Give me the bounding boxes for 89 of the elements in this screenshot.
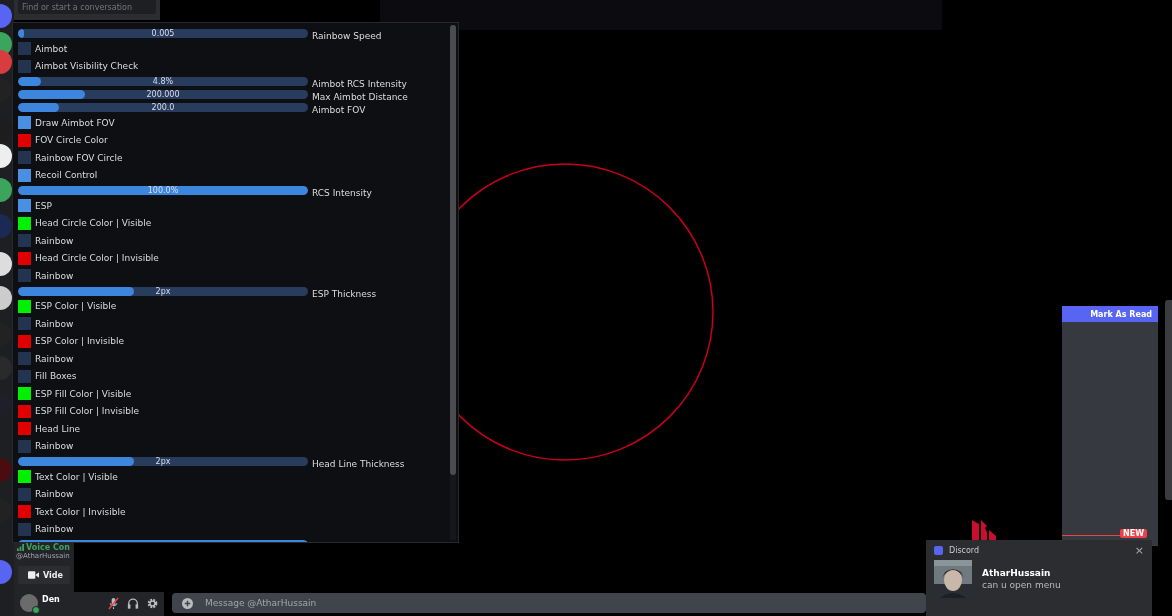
- color-label: ESP Fill Color | Visible: [35, 388, 132, 399]
- slider-value: 100.0%: [147, 186, 179, 195]
- message-text: can u open menu: [982, 580, 1061, 590]
- checkbox[interactable]: [18, 199, 31, 213]
- color-label: ESP Color | Visible: [35, 301, 117, 312]
- checkbox-label: Rainbow: [35, 235, 74, 246]
- slider-label: Max Aimbot Distance: [312, 92, 408, 102]
- slider[interactable]: 2px: [18, 457, 308, 466]
- slider[interactable]: 0.005: [18, 29, 308, 38]
- color-label: Head Circle Color | Visible: [35, 218, 152, 229]
- slider[interactable]: 2px: [18, 286, 308, 296]
- color-swatch[interactable]: [18, 216, 31, 230]
- slider-label: Rainbow Speed: [312, 31, 382, 41]
- color-swatch[interactable]: [18, 334, 31, 348]
- slider[interactable]: 200.000: [18, 90, 308, 99]
- checkbox-label: Rainbow: [35, 524, 74, 535]
- slider-label: Head Line Thickness: [312, 459, 405, 469]
- camera-icon: [28, 571, 39, 579]
- slider-value: 200.000: [146, 90, 180, 99]
- slider-value: 200.0: [151, 103, 175, 112]
- close-button[interactable]: ×: [1134, 543, 1144, 557]
- signal-icon: [17, 544, 24, 551]
- checkbox[interactable]: [18, 487, 31, 501]
- new-badge: NEW: [1120, 529, 1147, 538]
- color-swatch[interactable]: [18, 470, 31, 484]
- slider-value: 2px: [155, 457, 171, 466]
- checkbox[interactable]: [18, 522, 31, 536]
- checkbox-label: Rainbow: [35, 270, 74, 281]
- checkbox[interactable]: [18, 151, 31, 165]
- settings-icon[interactable]: [147, 597, 158, 609]
- checkbox-label: Rainbow: [35, 489, 74, 500]
- checkbox-label: Recoil Control: [35, 170, 98, 181]
- slider-value: 4.8%: [152, 77, 174, 86]
- checkbox[interactable]: [18, 59, 31, 73]
- checkbox[interactable]: [18, 269, 31, 283]
- color-swatch[interactable]: [18, 133, 31, 147]
- color-label: ESP Fill Color | Invisible: [35, 406, 139, 417]
- color-swatch[interactable]: [18, 299, 31, 313]
- app-icon: [934, 545, 943, 555]
- checkbox[interactable]: [18, 369, 31, 383]
- color-label: ESP Color | Invisible: [35, 336, 125, 347]
- message-field[interactable]: Message @AtharHussain: [172, 593, 926, 613]
- slider-value: 0.005: [151, 29, 175, 38]
- video-button[interactable]: Vide: [18, 566, 70, 584]
- slider-label: Aimbot RCS Intensity: [312, 79, 407, 89]
- voice-status: Voice Con: [17, 543, 70, 552]
- color-label: Text Color | Visible: [35, 471, 118, 482]
- checkbox-label: Aimbot Visibility Check: [35, 61, 139, 72]
- slider-label: ESP Thickness: [312, 288, 377, 299]
- add-icon[interactable]: [182, 597, 193, 609]
- color-label: Text Color | Invisible: [35, 506, 126, 517]
- color-label: FOV Circle Color: [35, 135, 108, 146]
- checkbox-label: Rainbow FOV Circle: [35, 152, 123, 163]
- checkbox[interactable]: [18, 439, 31, 453]
- color-swatch[interactable]: [18, 251, 31, 265]
- headphones-icon[interactable]: [127, 597, 139, 609]
- checkbox-label: Rainbow: [35, 353, 74, 364]
- slider-label: RCS Intensity: [312, 188, 372, 198]
- scrollbar[interactable]: [1165, 300, 1172, 500]
- slider-value: 2px: [155, 286, 171, 296]
- color-label: Head Circle Color | Invisible: [35, 253, 159, 264]
- scrollbar-thumb[interactable]: [450, 25, 456, 475]
- color-swatch[interactable]: [18, 422, 31, 436]
- checkbox-label: Rainbow: [35, 441, 74, 452]
- checkbox-label: Fill Boxes: [35, 371, 77, 382]
- color-label: Head Line: [35, 423, 81, 434]
- color-swatch[interactable]: [18, 404, 31, 418]
- checkbox[interactable]: [18, 42, 31, 56]
- user-avatar[interactable]: [20, 594, 38, 612]
- user-name: Den: [42, 594, 61, 604]
- checkbox[interactable]: [18, 168, 31, 182]
- color-swatch[interactable]: [18, 387, 31, 401]
- mark-as-read-button[interactable]: Mark As Read: [1062, 306, 1158, 322]
- mic-icon[interactable]: [108, 596, 119, 610]
- app-name: Discord: [949, 545, 980, 555]
- checkbox-label: Draw Aimbot FOV: [35, 117, 115, 128]
- search-field[interactable]: Find or start a conversation: [18, 0, 156, 14]
- slider[interactable]: 4.8%: [18, 77, 308, 86]
- checkbox-label: Rainbow: [35, 318, 74, 329]
- checkbox[interactable]: [18, 317, 31, 331]
- slider-label: Aimbot FOV: [312, 105, 366, 115]
- checkbox[interactable]: [18, 352, 31, 366]
- color-swatch[interactable]: [18, 505, 31, 519]
- slider[interactable]: 200.0: [18, 103, 308, 112]
- checkbox[interactable]: [18, 116, 31, 130]
- checkbox-label: Aimbot: [35, 43, 68, 54]
- sender-name: AtharHussain: [982, 568, 1052, 578]
- checkbox[interactable]: [18, 234, 31, 248]
- checkbox-label: ESP: [35, 200, 52, 211]
